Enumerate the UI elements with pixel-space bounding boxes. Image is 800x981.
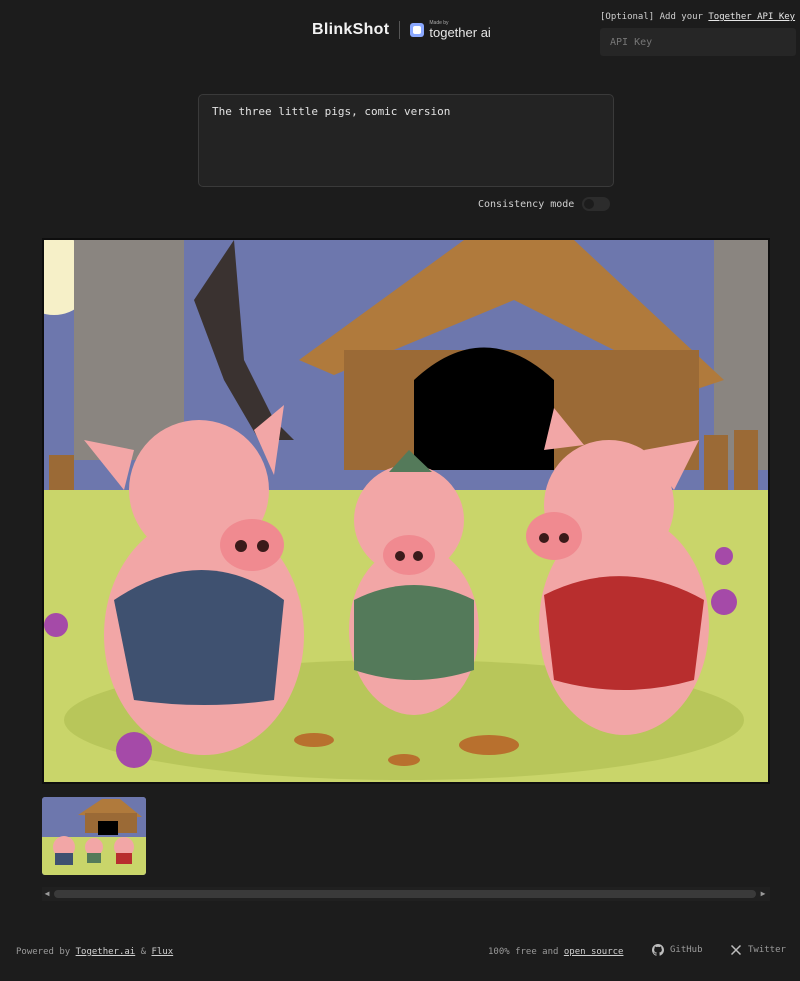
brand-name: BlinkShot <box>312 21 390 38</box>
scroll-right-arrow-icon[interactable]: ▶ <box>758 889 768 899</box>
api-key-label-text: [Optional] Add your <box>600 12 709 22</box>
prompt-textarea[interactable] <box>198 94 614 187</box>
open-source-link[interactable]: open source <box>564 947 624 957</box>
powered-by-label: Powered by <box>16 947 76 957</box>
github-icon <box>652 944 664 956</box>
twitter-label: Twitter <box>748 945 786 955</box>
github-link[interactable]: GitHub <box>652 944 703 956</box>
powered-by: Powered by Together.ai & Flux <box>16 947 173 957</box>
together-api-key-link[interactable]: Together API Key <box>708 12 795 22</box>
consistency-mode-toggle[interactable] <box>582 197 611 211</box>
together-logo-link[interactable]: Made by together ai <box>410 21 491 40</box>
header-brand: BlinkShot Made by together ai <box>312 18 491 42</box>
consistency-mode: Consistency mode <box>478 197 611 211</box>
thumbnail-scrollbar[interactable]: ◀ ▶ <box>42 887 770 901</box>
divider <box>399 21 401 39</box>
scroll-left-arrow-icon[interactable]: ◀ <box>42 889 52 899</box>
api-key-label: [Optional] Add your Together API Key <box>600 12 796 22</box>
ampersand: & <box>135 947 152 957</box>
free-open-source: 100% free and open source <box>488 947 623 957</box>
twitter-link[interactable]: Twitter <box>730 944 786 956</box>
toggle-knob <box>584 199 595 209</box>
scrollbar-thumb[interactable] <box>54 890 756 898</box>
flux-link[interactable]: Flux <box>151 947 173 957</box>
together-ai-link[interactable]: Together.ai <box>76 947 136 957</box>
free-label: 100% free and <box>488 947 564 957</box>
consistency-mode-label: Consistency mode <box>478 198 575 210</box>
api-key-section: [Optional] Add your Together API Key <box>600 12 796 56</box>
together-ai-name: together ai <box>429 25 491 40</box>
api-key-input[interactable] <box>600 28 796 56</box>
image-thumbnail[interactable] <box>42 797 146 875</box>
together-logo-icon <box>410 23 425 37</box>
github-label: GitHub <box>670 945 703 955</box>
generated-image <box>42 238 770 784</box>
x-twitter-icon <box>730 944 742 956</box>
